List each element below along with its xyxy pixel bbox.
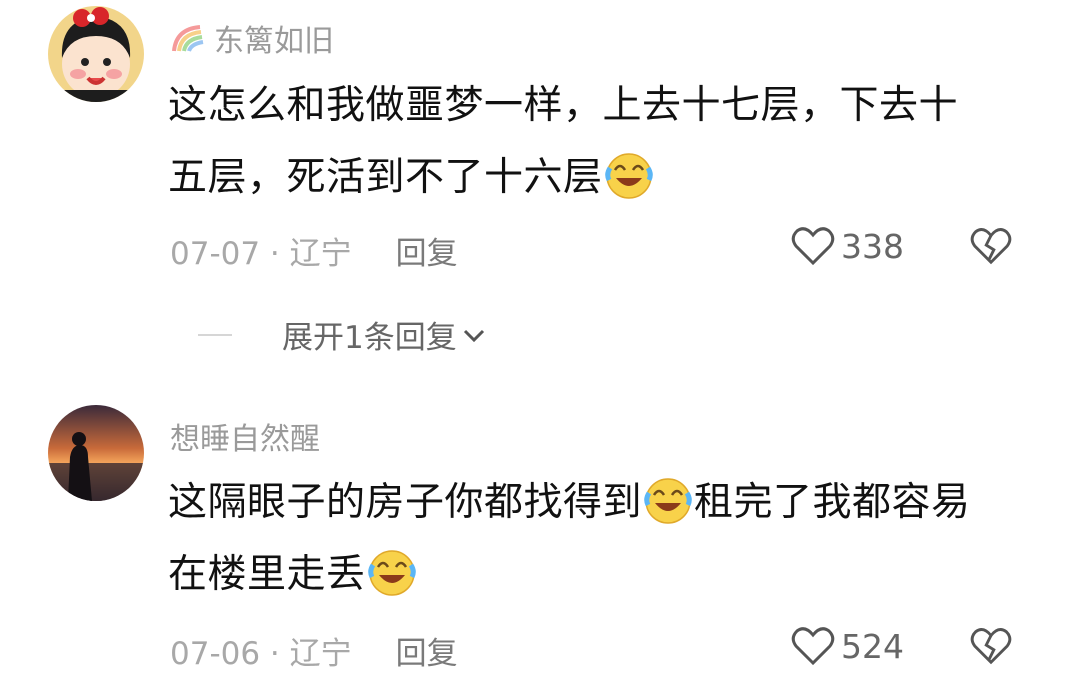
avatar[interactable]: [48, 405, 144, 501]
comment-line: 这隔眼子的房子你都找得到 租完了我都容易: [168, 467, 1028, 539]
laugh-cry-emoji-icon: [644, 478, 692, 524]
username[interactable]: 东篱如旧: [170, 16, 334, 60]
comment-line-text: 这隔眼子的房子你都找得到: [168, 480, 643, 525]
date-location: 07-06 · 辽宁: [170, 636, 352, 672]
comment-line-text: 五层，死活到不了十六层: [168, 155, 603, 200]
username-text: 想睡自然醒: [170, 422, 320, 457]
broken-heart-icon: [970, 228, 1012, 265]
comment-line-2: 五层，死活到不了十六层: [168, 142, 1028, 214]
dislike-button[interactable]: [970, 226, 1012, 270]
broken-heart-icon: [970, 628, 1012, 665]
like-count: 524: [841, 626, 904, 666]
laugh-cry-emoji-icon: [367, 550, 416, 596]
comment-line: 这怎么和我做噩梦一样，上去十七层，下去十: [168, 83, 959, 128]
dislike-button[interactable]: [970, 626, 1012, 670]
reply-button[interactable]: 回复: [396, 228, 458, 273]
like-button[interactable]: 338: [791, 226, 904, 266]
comment-line-2: 在楼里走丢: [168, 539, 1028, 611]
date-location: 07-07 · 辽宁: [170, 236, 352, 272]
username[interactable]: 想睡自然醒: [170, 414, 320, 458]
rainbow-icon: [172, 25, 204, 52]
like-button[interactable]: 524: [791, 626, 904, 666]
comment-meta: 07-07 · 辽宁 回复: [170, 228, 458, 273]
heart-outline-icon: [791, 627, 835, 666]
comment-text: 这怎么和我做噩梦一样，上去十七层，下去十 五层，死活到不了十六层: [168, 70, 1028, 214]
chevron-down-icon: [463, 329, 484, 342]
comment-line-text: 在楼里走丢: [168, 552, 366, 597]
expand-replies-label: 展开1条回复: [282, 320, 457, 356]
heart-outline-icon: [791, 227, 835, 266]
expand-replies-button[interactable]: 展开1条回复: [198, 312, 487, 357]
laugh-cry-emoji-icon: [604, 153, 653, 199]
like-count: 338: [841, 226, 904, 266]
comment-line-text: 租完了我都容易: [694, 480, 971, 525]
divider-line: [198, 333, 232, 336]
username-text: 东篱如旧: [214, 24, 334, 59]
reply-button[interactable]: 回复: [396, 628, 458, 673]
comment-meta: 07-06 · 辽宁 回复: [170, 628, 458, 673]
avatar[interactable]: [48, 6, 144, 102]
comment-text: 这隔眼子的房子你都找得到 租完了我都容易 在楼里走丢: [168, 467, 1028, 611]
